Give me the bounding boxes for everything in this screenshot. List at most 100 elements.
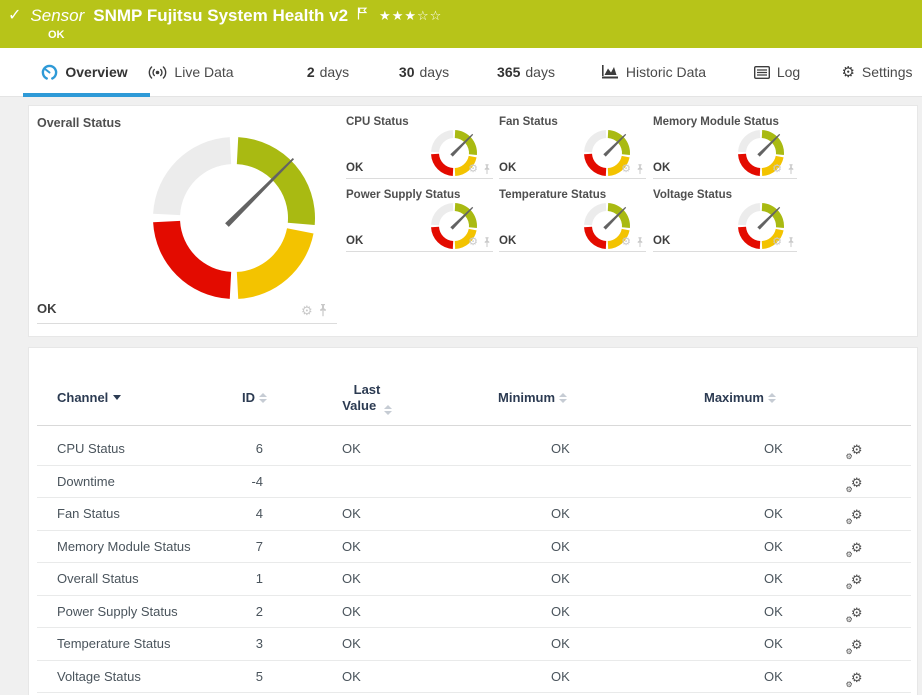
gauge-settings-gear-icon[interactable]: ⚙	[772, 237, 782, 248]
column-header-label: Last	[335, 382, 399, 398]
temperature-status-gauge[interactable]	[575, 194, 639, 263]
fan-status-gauge[interactable]	[575, 121, 639, 190]
tab-30-days[interactable]: 30 days	[390, 48, 458, 96]
column-header-id[interactable]: ID	[242, 390, 267, 405]
tab-settings[interactable]: ⚙ Settings	[838, 48, 916, 96]
tab-label: Settings	[862, 64, 913, 80]
channel-name-link[interactable]: Fan Status	[57, 498, 120, 531]
channel-last-value: OK	[342, 628, 361, 661]
gauge-pin-icon[interactable]	[483, 237, 491, 248]
memory-module-status-gauge[interactable]	[729, 121, 793, 190]
gauge-cell-cpu-status: CPU Status OK ⚙	[346, 113, 493, 179]
gauge-settings-gear-icon[interactable]: ⚙	[468, 164, 478, 175]
column-header-label: Minimum	[498, 390, 555, 405]
overall-status-gauge[interactable]	[144, 128, 324, 313]
gauge-value: OK	[346, 235, 363, 247]
channel-settings-gears-icon[interactable]: ⚙⚙	[834, 433, 874, 466]
tab-label: days	[320, 64, 350, 80]
gauge-icon	[41, 64, 58, 81]
gauge-value: OK	[653, 235, 670, 247]
gauge-title: Fan Status	[499, 116, 558, 128]
priority-flag-icon[interactable]	[357, 7, 368, 20]
voltage-status-gauge[interactable]	[729, 194, 793, 263]
column-header-label: Value	[342, 398, 376, 413]
sort-arrows-icon	[384, 405, 392, 415]
channel-id: 2	[209, 596, 263, 629]
gauge-pin-icon[interactable]	[636, 164, 644, 175]
sensor-title: SNMP Fujitsu System Health v2	[93, 6, 348, 26]
gauge-settings-gear-icon[interactable]: ⚙	[621, 237, 631, 248]
tab-overview[interactable]: Overview	[23, 48, 146, 96]
channel-name-link[interactable]: CPU Status	[57, 433, 125, 466]
channel-maximum: OK	[764, 433, 783, 466]
gauge-settings-gear-icon[interactable]: ⚙	[468, 237, 478, 248]
gauge-pin-icon[interactable]	[787, 164, 795, 175]
gauge-title: Voltage Status	[653, 189, 732, 201]
gauge-settings-gear-icon[interactable]: ⚙	[301, 304, 313, 317]
channel-settings-gears-icon[interactable]: ⚙⚙	[834, 596, 874, 629]
channel-settings-gears-icon[interactable]: ⚙⚙	[834, 498, 874, 531]
channel-last-value: OK	[342, 433, 361, 466]
tab-2-days[interactable]: 2 days	[298, 48, 358, 96]
channel-id: 5	[209, 661, 263, 694]
gauge-title: CPU Status	[346, 116, 409, 128]
tab-365-days[interactable]: 365 days	[486, 48, 566, 96]
channel-maximum: OK	[764, 531, 783, 564]
tab-number: 365	[497, 64, 520, 80]
table-row: CPU Status 6 OK OK OK ⚙⚙	[29, 433, 917, 466]
sort-arrows-icon	[559, 393, 567, 403]
column-header-channel[interactable]: Channel	[57, 390, 121, 405]
channel-maximum: OK	[764, 498, 783, 531]
sort-arrows-icon	[259, 393, 267, 403]
gauge-pin-icon[interactable]	[483, 164, 491, 175]
channel-settings-gears-icon[interactable]: ⚙⚙	[834, 531, 874, 564]
gauge-pin-icon[interactable]	[787, 237, 795, 248]
overall-gauge-actions: ⚙	[301, 304, 328, 317]
channel-last-value: OK	[342, 596, 361, 629]
sort-arrows-icon	[768, 393, 776, 403]
tab-log[interactable]: Log	[748, 48, 806, 96]
priority-stars[interactable]: ★★★☆☆	[379, 8, 442, 24]
active-tab-underline	[23, 93, 150, 97]
gauge-actions: ⚙	[468, 237, 491, 248]
column-header-last-value[interactable]: Last Value	[335, 382, 399, 415]
historic-chart-icon	[602, 65, 619, 79]
channel-minimum: OK	[551, 628, 570, 661]
table-row: Power Supply Status 2 OK OK OK ⚙⚙	[29, 596, 917, 629]
channel-name-link[interactable]: Downtime	[57, 466, 115, 499]
channel-settings-gears-icon[interactable]: ⚙⚙	[834, 661, 874, 694]
gauge-actions: ⚙	[772, 237, 795, 248]
gauge-settings-gear-icon[interactable]: ⚙	[772, 164, 782, 175]
channel-name-link[interactable]: Memory Module Status	[57, 531, 191, 564]
channel-table-panel: Channel ID Last Value Minimum Maximum	[28, 347, 918, 695]
column-header-minimum[interactable]: Minimum	[498, 390, 567, 405]
gauge-actions: ⚙	[621, 237, 644, 248]
tab-historic-data[interactable]: Historic Data	[592, 48, 716, 96]
table-row: Fan Status 4 OK OK OK ⚙⚙	[29, 498, 917, 531]
power-supply-status-gauge[interactable]	[422, 194, 486, 263]
prtg-sensor-page: ✓ Sensor SNMP Fujitsu System Health v2 ★…	[0, 0, 922, 695]
table-row: Voltage Status 5 OK OK OK ⚙⚙	[29, 661, 917, 694]
table-row: Memory Module Status 7 OK OK OK ⚙⚙	[29, 531, 917, 564]
channel-last-value: OK	[342, 498, 361, 531]
channel-settings-gears-icon[interactable]: ⚙⚙	[834, 563, 874, 596]
channel-name-link[interactable]: Overall Status	[57, 563, 139, 596]
channel-id: -4	[209, 466, 263, 499]
channel-settings-gears-icon[interactable]: ⚙⚙	[834, 466, 874, 499]
overview-gauges-panel: Overall Status OK ⚙ CPU Status OK ⚙ Fan …	[28, 105, 918, 337]
channel-name-link[interactable]: Temperature Status	[57, 628, 170, 661]
tab-live-data[interactable]: Live Data	[146, 48, 236, 96]
channel-settings-gears-icon[interactable]: ⚙⚙	[834, 628, 874, 661]
gauge-actions: ⚙	[772, 164, 795, 175]
channel-name-link[interactable]: Power Supply Status	[57, 596, 178, 629]
channel-name-link[interactable]: Voltage Status	[57, 661, 141, 694]
overall-gauge-divider	[37, 323, 337, 324]
gauge-pin-icon[interactable]	[318, 304, 328, 317]
gauge-pin-icon[interactable]	[636, 237, 644, 248]
tab-number: 2	[307, 64, 315, 80]
column-header-maximum[interactable]: Maximum	[704, 390, 776, 405]
log-list-icon	[754, 66, 770, 79]
gauge-value: OK	[346, 162, 363, 174]
cpu-status-gauge[interactable]	[422, 121, 486, 190]
gauge-settings-gear-icon[interactable]: ⚙	[621, 164, 631, 175]
